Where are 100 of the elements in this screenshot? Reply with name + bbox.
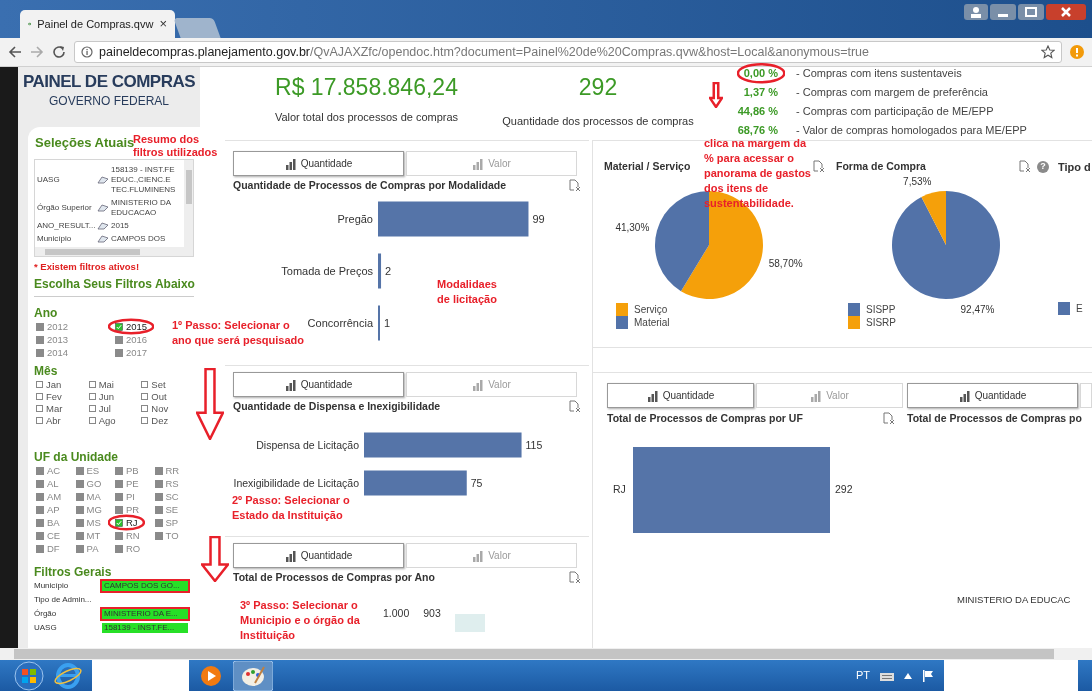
filter-option[interactable]: CE [36,530,61,541]
clear-selection-icon[interactable] [569,571,581,585]
filter-option[interactable]: RR [154,465,180,476]
filter-option[interactable]: PB [115,465,139,476]
eraser-icon[interactable] [97,204,109,212]
filter-value[interactable]: 158139 - INST.FE... [100,621,190,635]
month-checkbox[interactable]: Nov [141,403,194,414]
toggle-button[interactable]: Valor [406,372,577,397]
filter-option[interactable]: 2013 [36,334,69,345]
indicator-value[interactable]: 1,37 % [743,84,778,101]
minimize-icon[interactable] [990,4,1016,20]
checkbox-icon[interactable] [36,417,43,424]
checkbox-icon[interactable] [141,417,149,424]
month-checkbox[interactable]: Mar [36,403,89,414]
filter-option[interactable]: MS [75,517,101,528]
filter-option[interactable]: PE [115,478,139,489]
indicator-value[interactable]: 68,76 % [737,122,778,139]
toggle-button[interactable]: Quantidade [233,543,404,568]
checkbox-icon[interactable] [36,393,43,400]
clear-selection-icon[interactable] [569,179,581,193]
filter-option[interactable]: SC [154,491,179,502]
toggle-button[interactable]: Quantidade [907,383,1078,408]
start-icon[interactable] [14,660,44,691]
toggle-button[interactable]: Quantidade [233,151,404,176]
filter-option[interactable]: 2017 [115,347,148,358]
filter-option[interactable]: RN [115,530,140,541]
scrollbar-thumb[interactable] [185,170,192,204]
filter-option[interactable]: PR [115,504,140,515]
filter-option[interactable]: SE [154,504,179,515]
month-checkbox[interactable]: Set [141,379,194,390]
back-icon[interactable] [8,45,22,59]
filter-option[interactable]: AC [36,465,61,476]
browser-icon[interactable] [54,661,82,690]
selections-list[interactable]: UASG 158139 - INST.FE EDUC.,CIENC.E TEC.FLUMINENS Órgão Superior MINISTERIO DA EDUCACAO ANO_RESULT... 2015 Município CAMPOS DOS [34,159,194,257]
browser-tab[interactable]: Painel de Compras.qvw × [20,10,175,38]
tray-arrow-icon[interactable] [904,672,912,679]
checkbox-icon[interactable] [141,405,149,412]
filter-option[interactable]: 2016 [115,334,148,345]
palette-icon[interactable] [233,660,273,691]
filter-option[interactable]: AM [36,491,62,502]
scrollbar-thumb[interactable] [45,248,140,255]
tab-close-button[interactable]: × [159,14,167,34]
month-checkbox[interactable]: Jul [88,403,142,414]
checkbox-icon[interactable] [88,381,96,388]
filter-option[interactable]: 2014 [36,347,69,358]
filter-option[interactable]: AL [36,478,59,489]
month-checkbox[interactable]: Ago [88,415,142,426]
filter-option[interactable]: BA [36,517,60,528]
month-checkbox[interactable]: Mai [88,379,142,390]
eraser-icon[interactable] [97,222,109,230]
month-checkbox[interactable]: Jun [88,391,142,402]
filter-option[interactable]: MG [75,504,102,515]
address-field[interactable]: paineldecompras.planejamento.gov.br/QvAJAXZfc/opendoc.htm?document=Painel%20de%20Compras.qvw&host=Local&anonymous=true [74,41,1062,63]
checkbox-icon[interactable] [141,393,149,400]
checkbox-icon[interactable] [88,417,96,424]
checkbox-icon[interactable] [36,381,43,388]
maximize-icon[interactable] [1018,4,1044,20]
month-checkbox[interactable]: Abr [36,415,89,426]
bar[interactable] [378,201,529,237]
toggle-button[interactable]: Valor [406,543,577,568]
clear-selection-icon[interactable] [1019,160,1031,174]
bar[interactable] [364,470,467,496]
month-checkbox[interactable]: Out [141,391,194,402]
filter-option[interactable]: 2012 [36,321,69,332]
clear-selection-icon[interactable] [813,160,825,174]
filter-value[interactable]: MINISTERIO DA E... [100,607,190,621]
filter-option[interactable]: ES [75,465,100,476]
filter-option[interactable]: PI [115,491,135,502]
reload-icon[interactable] [52,45,66,59]
help-icon[interactable]: ? [1037,160,1049,173]
filter-option[interactable]: GO [75,478,102,489]
clear-selection-icon[interactable] [569,400,581,414]
checkbox-icon[interactable] [88,393,96,400]
toggle-button[interactable]: Valor [756,383,903,408]
language-indicator[interactable]: PT [855,667,870,684]
toggle-button[interactable]: Valor [406,151,577,176]
filter-option[interactable]: DF [36,543,60,554]
toggle-button[interactable]: Quantidade [233,372,404,397]
media-player-icon[interactable] [199,663,223,688]
user-icon[interactable] [964,4,988,20]
month-checkbox[interactable]: Fev [36,391,89,402]
bar[interactable] [364,432,522,458]
alert-icon[interactable] [1070,45,1084,59]
close-icon[interactable] [1046,4,1086,20]
pie-slice[interactable] [921,190,946,245]
filter-option[interactable]: RO [115,543,141,554]
filter-option[interactable]: MA [75,491,101,502]
star-icon[interactable] [1041,45,1055,59]
filter-option[interactable]: SP [154,517,179,528]
filter-value[interactable]: CAMPOS DOS GO... [100,579,190,593]
pie-slice[interactable] [892,190,1000,299]
toggle-button[interactable]: Quantidade [607,383,754,408]
filter-option[interactable]: RS [154,478,179,489]
indicator-value[interactable]: 44,86 % [737,103,778,120]
bar[interactable] [378,253,382,289]
checkbox-icon[interactable] [88,405,96,412]
flag-icon[interactable] [922,669,934,682]
clear-selection-icon[interactable] [883,412,895,426]
filter-option[interactable]: MT [75,530,101,541]
checkbox-icon[interactable] [36,405,43,412]
